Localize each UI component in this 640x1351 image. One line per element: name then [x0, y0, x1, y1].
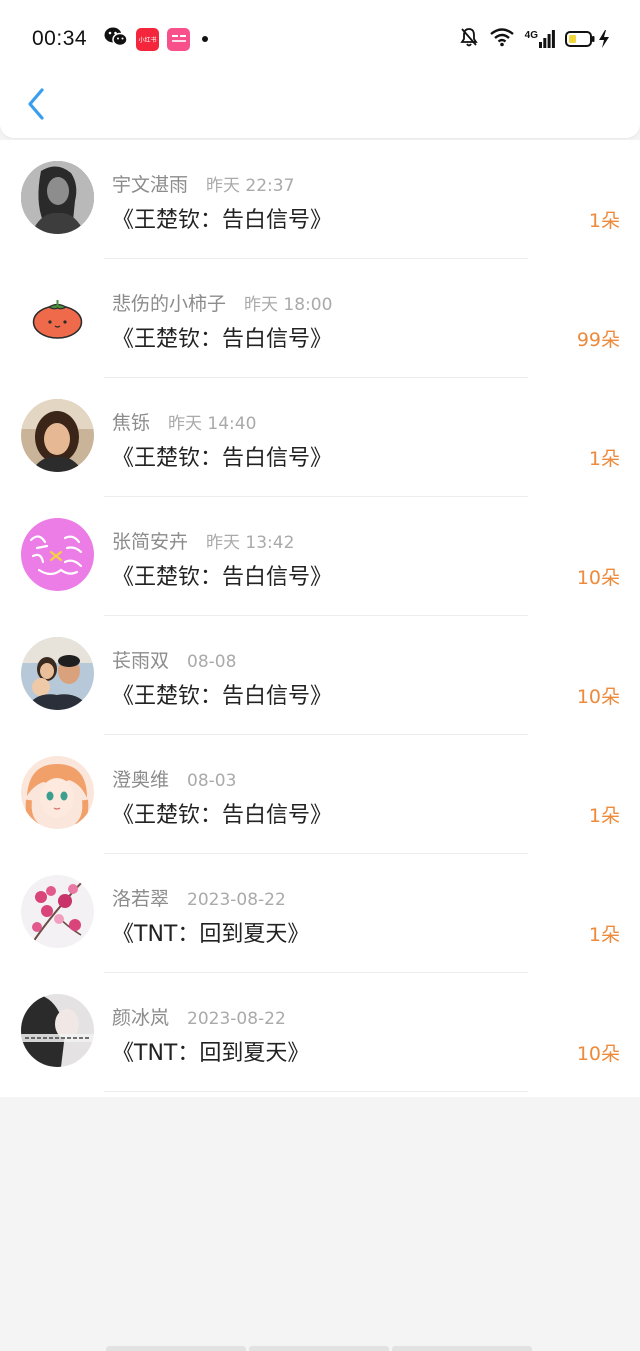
send-time: 昨天 14:40 [168, 414, 257, 434]
list-item[interactable]: 澄奥维 08-03 《王楚钦：告白信号》 1朵 [0, 735, 640, 854]
avatar[interactable] [21, 399, 94, 472]
sender-name: 洛若翠 [112, 888, 170, 910]
send-time: 2023-08-22 [187, 890, 286, 910]
sender-name: 悲伤的小柿子 [112, 293, 227, 315]
avatar[interactable] [21, 637, 94, 710]
sender-name: 宇文湛雨 [112, 174, 189, 196]
send-time: 08-08 [187, 652, 237, 672]
flower-count: 10朵 [576, 1043, 620, 1065]
send-time: 昨天 22:37 [206, 176, 295, 196]
flower-count: 1朵 [588, 210, 620, 232]
indicator-segment [249, 1346, 389, 1351]
wifi-icon [489, 27, 515, 51]
avatar[interactable] [21, 518, 94, 591]
sender-name: 澄奥维 [112, 769, 170, 791]
sender-meta: 张简安卉 昨天 13:42 [112, 527, 295, 553]
sender-name: 苌雨双 [112, 650, 170, 672]
sender-meta: 宇文湛雨 昨天 22:37 [112, 170, 295, 196]
song-title: 《王楚钦：告白信号》 [112, 208, 333, 233]
song-title: 《王楚钦：告白信号》 [112, 446, 333, 471]
avatar[interactable] [21, 756, 94, 829]
flower-count: 1朵 [588, 924, 620, 946]
sender-meta: 焦铄 昨天 14:40 [112, 408, 257, 434]
sender-name: 焦铄 [112, 412, 151, 434]
song-title: 《王楚钦：告白信号》 [112, 803, 333, 828]
send-time: 昨天 13:42 [206, 533, 295, 553]
list-item[interactable]: 张简安卉 昨天 13:42 《王楚钦：告白信号》 10朵 [0, 497, 640, 616]
sender-name: 颜冰岚 [112, 1007, 170, 1029]
indicator-segment [392, 1346, 532, 1351]
send-time: 08-03 [187, 771, 237, 791]
sender-meta: 苌雨双 08-08 [112, 646, 237, 672]
avatar[interactable] [21, 161, 94, 234]
list-item[interactable]: 焦铄 昨天 14:40 《王楚钦：告白信号》 1朵 [0, 378, 640, 497]
wechat-icon [104, 26, 128, 52]
back-button[interactable] [20, 86, 52, 122]
sender-name: 张简安卉 [112, 531, 189, 553]
avatar[interactable] [21, 994, 94, 1067]
avatar[interactable] [21, 280, 94, 353]
list-item[interactable]: 洛若翠 2023-08-22 《TNT：回到夏天》 1朵 [0, 854, 640, 973]
sender-meta: 洛若翠 2023-08-22 [112, 884, 286, 910]
xiaohongshu-icon-label: 小红书 [138, 36, 157, 44]
send-time: 昨天 18:00 [244, 295, 333, 315]
top-header-card: 00:34 小红书 4G [0, 0, 640, 138]
network-type-label: 4G [524, 30, 538, 41]
gift-record-list: 宇文湛雨 昨天 22:37 《王楚钦：告白信号》 1朵 悲伤的小柿子 昨天 18… [0, 140, 640, 1097]
song-title: 《TNT：回到夏天》 [112, 1041, 310, 1066]
sender-meta: 颜冰岚 2023-08-22 [112, 1003, 286, 1029]
song-title: 《王楚钦：告白信号》 [112, 327, 333, 352]
send-time: 2023-08-22 [187, 1009, 286, 1029]
notification-app-icons: 小红书 [104, 26, 208, 52]
song-title: 《王楚钦：告白信号》 [112, 684, 333, 709]
more-notifications-dot [202, 36, 208, 42]
divider [104, 1091, 528, 1092]
indicator-segment [106, 1346, 246, 1351]
pink-app-icon [167, 27, 190, 51]
sender-meta: 澄奥维 08-03 [112, 765, 237, 791]
flower-count: 99朵 [576, 329, 620, 351]
song-title: 《王楚钦：告白信号》 [112, 565, 333, 590]
song-title: 《TNT：回到夏天》 [112, 922, 310, 947]
avatar[interactable] [21, 875, 94, 948]
4g-signal-icon: 4G [525, 30, 555, 48]
list-item[interactable]: 苌雨双 08-08 《王楚钦：告白信号》 10朵 [0, 616, 640, 735]
system-status-icons: 4G [459, 26, 610, 52]
flower-count: 1朵 [588, 805, 620, 827]
back-chevron-icon [28, 88, 44, 120]
battery-charging-icon [565, 30, 610, 48]
sender-meta: 悲伤的小柿子 昨天 18:00 [112, 289, 333, 315]
list-item[interactable]: 颜冰岚 2023-08-22 《TNT：回到夏天》 10朵 [0, 973, 640, 1092]
list-item[interactable]: 悲伤的小柿子 昨天 18:00 《王楚钦：告白信号》 99朵 [0, 259, 640, 378]
bottom-navigation-indicator [106, 1346, 532, 1351]
flower-count: 10朵 [576, 567, 620, 589]
notification-muted-icon [459, 26, 479, 52]
status-time: 00:34 [32, 27, 88, 50]
list-item[interactable]: 宇文湛雨 昨天 22:37 《王楚钦：告白信号》 1朵 [0, 140, 640, 259]
xiaohongshu-icon: 小红书 [136, 27, 159, 51]
flower-count: 10朵 [576, 686, 620, 708]
flower-count: 1朵 [588, 448, 620, 470]
status-bar: 00:34 小红书 4G [0, 0, 640, 80]
